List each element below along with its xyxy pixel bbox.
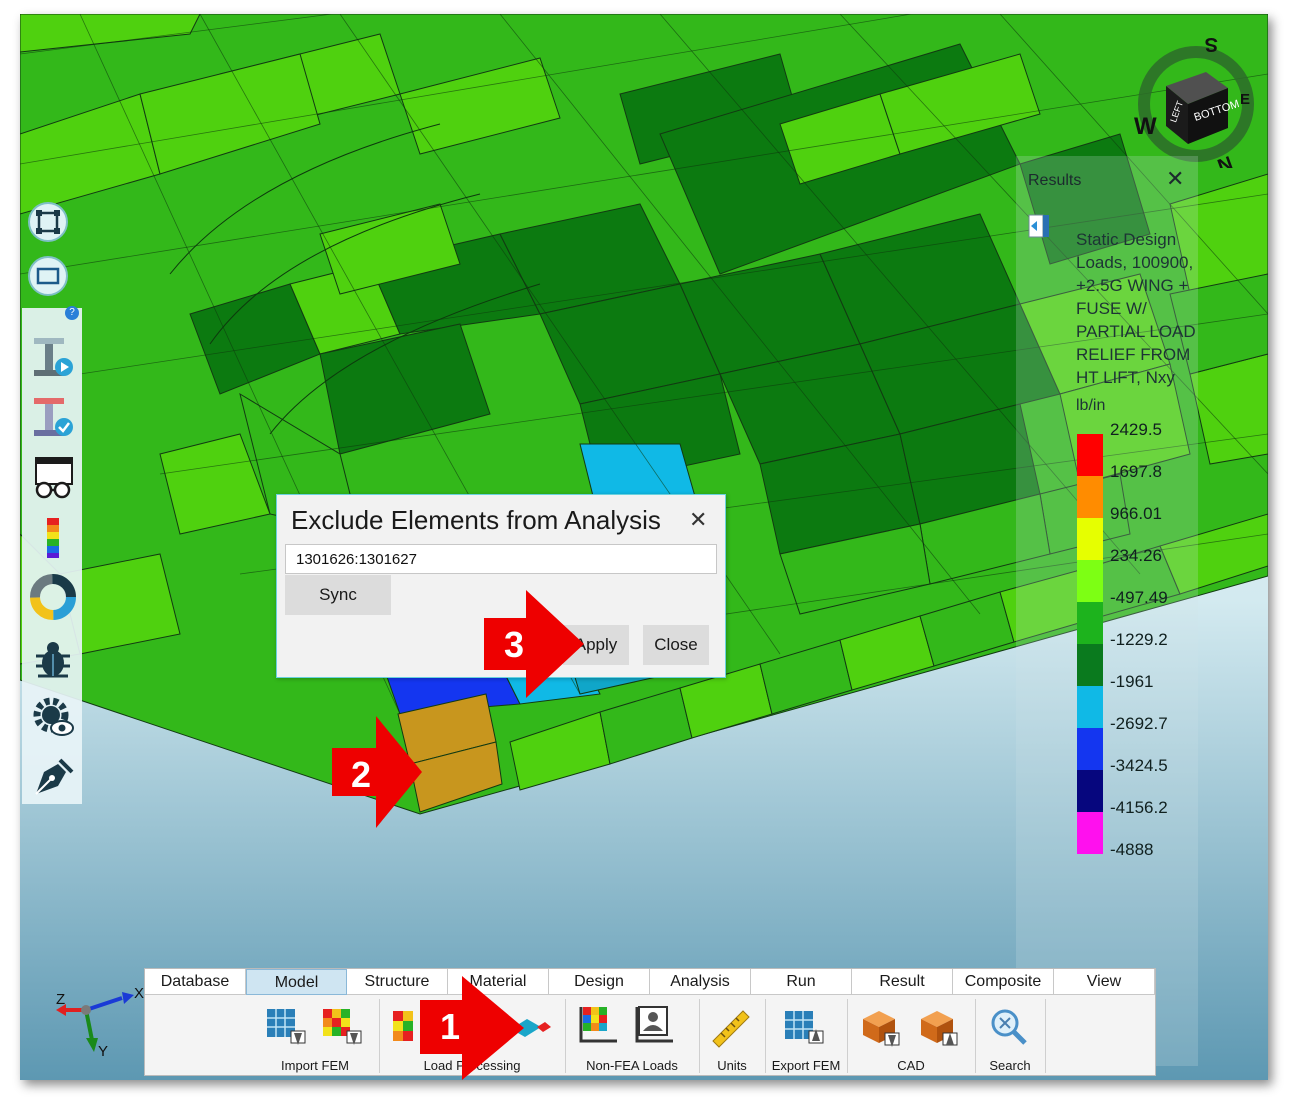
compass-s: S bbox=[1205, 33, 1218, 55]
legend-swatch bbox=[1077, 434, 1103, 476]
dialog-close-icon[interactable]: ✕ bbox=[689, 507, 707, 533]
legend-value: -3424.5 bbox=[1110, 756, 1168, 775]
axis-x-label: X bbox=[134, 985, 144, 1002]
legend-swatch bbox=[1077, 812, 1103, 854]
import-fem-icon bbox=[267, 1009, 306, 1045]
ibeam-play-icon[interactable] bbox=[30, 334, 76, 380]
ribbon-toolbar: Database Model Structure Material Design Anal… bbox=[144, 968, 1156, 1076]
export-fem-group[interactable]: Export FEM bbox=[765, 999, 848, 1073]
group-label-import-fem: Import FEM bbox=[281, 1058, 349, 1073]
legend-value: -497.49 bbox=[1110, 588, 1168, 607]
fit-view-icon bbox=[36, 210, 60, 234]
close-button[interactable]: Close bbox=[643, 625, 709, 665]
sync-button[interactable]: Sync bbox=[285, 575, 391, 615]
axis-y-label: Y bbox=[98, 1043, 108, 1060]
group-label-non-fea-loads: Non-FEA Loads bbox=[586, 1058, 678, 1073]
ribbon-tabs: Database Model Structure Material Design Anal… bbox=[145, 969, 1155, 995]
legend-value: 966.01 bbox=[1110, 504, 1162, 523]
ruler-icon bbox=[712, 1010, 750, 1048]
results-close-button[interactable]: ✕ bbox=[1166, 166, 1184, 192]
legend-value: -1229.2 bbox=[1110, 630, 1168, 649]
legend-swatch bbox=[1077, 518, 1103, 560]
pen-tool-icon[interactable] bbox=[30, 754, 76, 800]
group-label-search: Search bbox=[989, 1058, 1031, 1073]
rectangle-icon bbox=[36, 267, 60, 285]
bug-icon[interactable] bbox=[30, 636, 76, 682]
group-label-cad: CAD bbox=[897, 1058, 925, 1073]
dialog-title: Exclude Elements from Analysis bbox=[291, 505, 661, 535]
group-label-units: Units bbox=[717, 1058, 747, 1073]
view-cube[interactable]: BOTTOM LEFT S E N W bbox=[1128, 28, 1258, 168]
results-description: Static Design Loads, 100900, +2.5G WING … bbox=[1076, 230, 1196, 387]
cad-import-icon bbox=[863, 1011, 900, 1047]
import-loads-icon bbox=[323, 1009, 362, 1045]
results-units: lb/in bbox=[1076, 397, 1106, 414]
search-icon bbox=[991, 1009, 1027, 1045]
results-title: Results bbox=[1028, 172, 1082, 189]
legend-value: 1697.8 bbox=[1110, 462, 1162, 481]
non-fea-loads-group[interactable]: Non-FEA Loads bbox=[565, 999, 700, 1073]
units-group[interactable]: Units bbox=[699, 999, 766, 1073]
non-fea-grid-icon bbox=[579, 1007, 617, 1043]
legend-swatch bbox=[1077, 602, 1103, 644]
tab-model[interactable]: Model bbox=[246, 969, 347, 995]
export-fem-icon bbox=[785, 1011, 824, 1044]
tab-design[interactable]: Design bbox=[549, 969, 650, 995]
cad-export-icon bbox=[921, 1011, 958, 1046]
tab-analysis[interactable]: Analysis bbox=[650, 969, 751, 995]
axis-z-label: Z bbox=[56, 991, 65, 1008]
help-icon[interactable]: ? bbox=[65, 306, 79, 320]
legend-value: -1961 bbox=[1110, 672, 1154, 691]
callout-arrow-3 bbox=[484, 590, 584, 698]
tab-database[interactable]: Database bbox=[145, 969, 246, 995]
legend-swatch bbox=[1077, 476, 1103, 518]
callout-arrow-2 bbox=[332, 716, 422, 828]
viewport[interactable]: BOTTOM LEFT S E N W ? Results ✕ Static D… bbox=[20, 14, 1268, 1080]
callout-number-2: 2 bbox=[351, 754, 372, 795]
axis-triad: X Z Y bbox=[56, 985, 144, 1060]
collapse-panel-icon[interactable] bbox=[1028, 214, 1052, 238]
color-wheel-icon[interactable] bbox=[30, 574, 76, 620]
import-fem-group[interactable]: Import FEM bbox=[251, 999, 380, 1073]
legend-value: 2429.5 bbox=[1110, 420, 1162, 439]
compass-e: E bbox=[1240, 91, 1250, 108]
cad-group[interactable]: CAD bbox=[847, 999, 976, 1073]
legend-swatch bbox=[1077, 686, 1103, 728]
ibeam-check-icon[interactable] bbox=[30, 394, 76, 440]
legend-value: -4888 bbox=[1110, 840, 1154, 859]
color-scale-icon[interactable] bbox=[30, 514, 76, 560]
legend-swatch bbox=[1077, 770, 1103, 812]
tab-run[interactable]: Run bbox=[751, 969, 852, 995]
search-group[interactable]: Search bbox=[975, 999, 1046, 1073]
legend-value: -4156.2 bbox=[1110, 798, 1168, 817]
left-toolstrip: ? bbox=[22, 306, 82, 804]
non-fea-user-icon bbox=[635, 1006, 673, 1043]
group-label-export-fem: Export FEM bbox=[771, 1058, 841, 1073]
callout-number-3: 3 bbox=[504, 624, 525, 665]
callout-number-1: 1 bbox=[440, 1006, 461, 1047]
callout-arrow-1 bbox=[420, 976, 524, 1080]
compass-w: W bbox=[1134, 113, 1157, 140]
element-range-input[interactable] bbox=[285, 544, 717, 574]
legend-value: -2692.7 bbox=[1110, 714, 1168, 733]
tab-composite[interactable]: Composite bbox=[953, 969, 1054, 995]
settings-view-icon[interactable] bbox=[30, 694, 76, 740]
legend-swatch bbox=[1077, 728, 1103, 770]
window-view-button[interactable] bbox=[28, 256, 68, 296]
legend-swatch bbox=[1077, 560, 1103, 602]
legend-value: 234.26 bbox=[1110, 546, 1162, 565]
fit-view-button[interactable] bbox=[28, 202, 68, 242]
glasses-view-icon[interactable] bbox=[30, 454, 76, 500]
legend-swatch bbox=[1077, 644, 1103, 686]
tab-view[interactable]: View bbox=[1054, 969, 1155, 995]
tab-result[interactable]: Result bbox=[852, 969, 953, 995]
